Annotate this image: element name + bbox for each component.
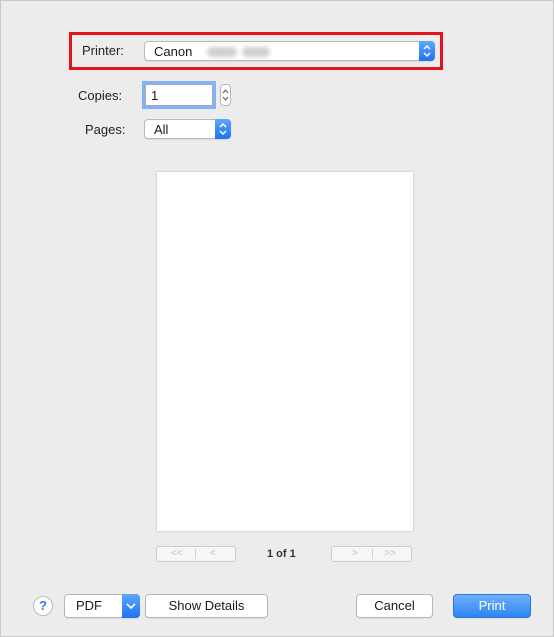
popup-arrows-icon	[419, 41, 435, 61]
printer-label: Printer:	[82, 43, 124, 58]
cancel-button[interactable]: Cancel	[356, 594, 433, 618]
help-button[interactable]: ?	[33, 596, 53, 616]
popup-arrows-icon	[215, 119, 231, 139]
first-page-button[interactable]: <<	[171, 548, 183, 559]
previous-page-button[interactable]: <	[210, 548, 216, 559]
pdf-menu-button[interactable]: PDF	[64, 594, 140, 618]
copies-stepper[interactable]	[220, 84, 231, 106]
page-preview	[157, 172, 413, 531]
print-dialog: Printer: Canon Copies: 1 Pages: All << <…	[0, 0, 554, 637]
preview-forward-buttons[interactable]: > >>	[331, 546, 412, 562]
printer-model-blurred-2	[242, 47, 270, 57]
printer-popup[interactable]: Canon	[144, 41, 435, 61]
preview-back-buttons[interactable]: << <	[156, 546, 236, 562]
print-button[interactable]: Print	[453, 594, 531, 618]
printer-value: Canon	[154, 44, 193, 59]
nav-divider	[195, 549, 196, 559]
stepper-arrows-icon	[222, 89, 229, 101]
pages-value: All	[154, 122, 169, 137]
chevron-down-icon	[122, 594, 140, 618]
show-details-button[interactable]: Show Details	[145, 594, 268, 618]
last-page-button[interactable]: >>	[384, 548, 396, 559]
pages-popup[interactable]: All	[144, 119, 231, 139]
pdf-label: PDF	[76, 598, 102, 613]
next-page-button[interactable]: >	[352, 548, 358, 559]
printer-model-blurred	[207, 47, 237, 57]
pages-label: Pages:	[85, 122, 126, 137]
copies-value: 1	[151, 88, 159, 103]
page-indicator: 1 of 1	[267, 548, 296, 560]
copies-label: Copies:	[78, 88, 123, 103]
nav-divider	[372, 549, 373, 559]
copies-field[interactable]: 1	[142, 81, 216, 109]
